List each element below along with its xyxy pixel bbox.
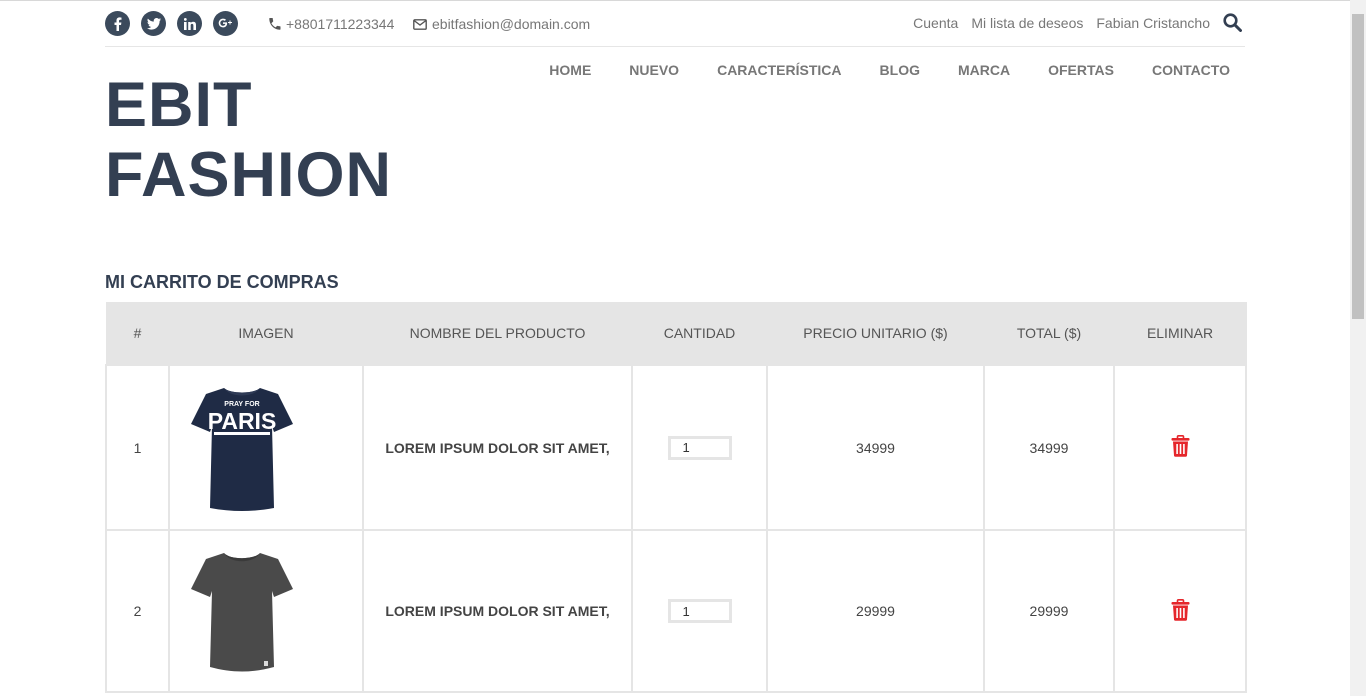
twitter-icon[interactable] bbox=[141, 11, 166, 36]
table-header-row: # IMAGEN NOMBRE DEL PRODUCTO CANTIDAD PR… bbox=[105, 302, 1247, 365]
shirt-print-top: PRAY FOR bbox=[224, 401, 259, 408]
nav-item-marca[interactable]: MARCA bbox=[958, 62, 1010, 78]
email-contact: ebitfashion@domain.com bbox=[413, 16, 590, 32]
nav-item-caracteristica[interactable]: CARACTERÍSTICA bbox=[717, 62, 841, 78]
delete-cell bbox=[1113, 529, 1247, 693]
header-quantity: CANTIDAD bbox=[631, 302, 768, 365]
social-links bbox=[105, 11, 249, 36]
product-image-cell bbox=[168, 529, 364, 693]
header-unit-price: PRECIO UNITARIO ($) bbox=[766, 302, 985, 365]
facebook-icon[interactable] bbox=[105, 11, 130, 36]
trash-icon[interactable] bbox=[1171, 435, 1190, 457]
account-links: Cuenta Mi lista de deseos Fabian Cristan… bbox=[900, 15, 1210, 31]
linkedin-icon[interactable] bbox=[177, 11, 202, 36]
gray-tshirt-image[interactable] bbox=[190, 549, 294, 673]
nav-item-contacto[interactable]: CONTACTO bbox=[1152, 62, 1230, 78]
top-bar: +8801711223344 ebitfashion@domain.com Cu… bbox=[105, 0, 1245, 47]
account-link[interactable]: Cuenta bbox=[913, 15, 958, 31]
envelope-icon bbox=[413, 18, 427, 30]
navy-paris-tshirt-image[interactable]: PRAY FOR PARIS bbox=[190, 384, 294, 512]
header-delete: ELIMINAR bbox=[1113, 302, 1247, 365]
main-nav: HOME NUEVO CARACTERÍSTICA BLOG MARCA OFE… bbox=[511, 62, 1230, 78]
brand-line-1: EBIT bbox=[105, 70, 253, 140]
nav-item-ofertas[interactable]: OFERTAS bbox=[1048, 62, 1114, 78]
brand-logo[interactable]: EBIT FASHION bbox=[105, 70, 392, 210]
nav-item-nuevo[interactable]: NUEVO bbox=[629, 62, 679, 78]
table-row: 2 LOREM IPSUM DOLOR SIT AMET, 29999 2999… bbox=[105, 529, 1247, 693]
row-total: 34999 bbox=[983, 364, 1115, 531]
email-address: ebitfashion@domain.com bbox=[432, 16, 591, 32]
nav-item-home[interactable]: HOME bbox=[549, 62, 591, 78]
brand-line-2: FASHION bbox=[105, 140, 393, 210]
quantity-input[interactable] bbox=[667, 599, 732, 623]
cart-title: MI CARRITO DE COMPRAS bbox=[105, 272, 339, 292]
product-name: LOREM IPSUM DOLOR SIT AMET, bbox=[362, 364, 633, 531]
user-name-link[interactable]: Fabian Cristancho bbox=[1096, 15, 1210, 31]
trash-icon[interactable] bbox=[1171, 598, 1190, 621]
page-scrollbar[interactable] bbox=[1350, 0, 1366, 696]
product-image-cell: PRAY FOR PARIS bbox=[168, 364, 364, 531]
delete-cell bbox=[1113, 364, 1247, 531]
row-index: 2 bbox=[105, 529, 170, 693]
header-product-name: NOMBRE DEL PRODUCTO bbox=[362, 302, 633, 365]
product-name: LOREM IPSUM DOLOR SIT AMET, bbox=[362, 529, 633, 693]
wishlist-link[interactable]: Mi lista de deseos bbox=[971, 15, 1083, 31]
row-index: 1 bbox=[105, 364, 170, 531]
unit-price: 34999 bbox=[766, 364, 985, 531]
cart-table: # IMAGEN NOMBRE DEL PRODUCTO CANTIDAD PR… bbox=[105, 302, 1247, 693]
row-total: 29999 bbox=[983, 529, 1115, 693]
quantity-input[interactable] bbox=[667, 435, 732, 460]
phone-contact: +8801711223344 bbox=[269, 16, 394, 32]
scrollbar-thumb[interactable] bbox=[1352, 14, 1364, 319]
shirt-print-main: PARIS bbox=[208, 408, 277, 434]
header-total: TOTAL ($) bbox=[983, 302, 1115, 365]
nav-item-blog[interactable]: BLOG bbox=[880, 62, 920, 78]
quantity-cell bbox=[631, 529, 768, 693]
page-container: +8801711223344 ebitfashion@domain.com Cu… bbox=[105, 0, 1247, 693]
unit-price: 29999 bbox=[766, 529, 985, 693]
header-image: IMAGEN bbox=[168, 302, 364, 365]
phone-icon bbox=[269, 18, 281, 30]
search-icon[interactable] bbox=[1223, 13, 1242, 32]
phone-number: +8801711223344 bbox=[286, 16, 395, 32]
header-index: # bbox=[105, 302, 170, 365]
google-plus-icon[interactable] bbox=[213, 11, 238, 36]
table-row: 1 PRAY FOR PARIS LOREM IPSUM DOLOR SIT A… bbox=[105, 364, 1247, 531]
quantity-cell bbox=[631, 364, 768, 531]
